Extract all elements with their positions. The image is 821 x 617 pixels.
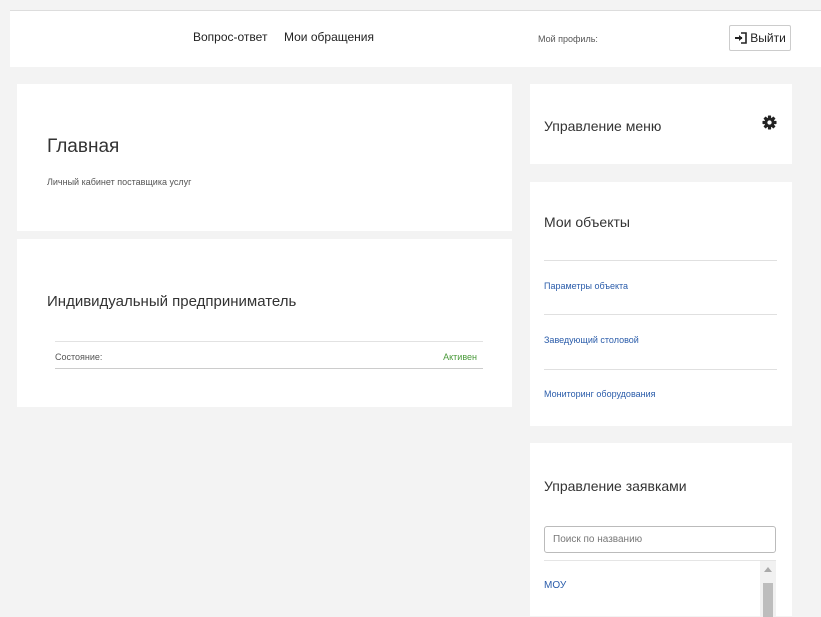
nav-link-faq[interactable]: Вопрос-ответ bbox=[193, 30, 267, 44]
status-row: Состояние: Активен bbox=[55, 341, 483, 369]
scroll-thumb[interactable] bbox=[763, 583, 773, 617]
status-badge: Активен bbox=[443, 352, 477, 362]
profile-label[interactable]: Мой профиль: bbox=[538, 34, 598, 44]
page-subtitle: Личный кабинет поставщика услуг bbox=[47, 177, 192, 187]
requests-list[interactable]: МОУ bbox=[544, 560, 776, 617]
my-objects-title: Мои объекты bbox=[544, 214, 630, 230]
logout-icon bbox=[735, 32, 748, 44]
scrollbar[interactable] bbox=[760, 561, 776, 617]
list-item[interactable]: МОУ bbox=[544, 580, 566, 591]
menu-management-panel: Управление меню bbox=[530, 84, 792, 164]
divider bbox=[544, 260, 777, 261]
menu-management-title: Управление меню bbox=[544, 118, 662, 134]
main-card: Главная Личный кабинет поставщика услуг bbox=[17, 84, 512, 231]
my-objects-panel: Мои объекты Параметры объекта Заведующий… bbox=[530, 182, 792, 426]
entity-card: Индивидуальный предприниматель Состояние… bbox=[17, 239, 512, 407]
divider bbox=[544, 314, 777, 315]
requests-panel: Управление заявками МОУ bbox=[530, 443, 792, 617]
object-link-canteen-manager[interactable]: Заведующий столовой bbox=[544, 335, 639, 345]
divider bbox=[544, 369, 777, 370]
gear-icon[interactable] bbox=[762, 115, 777, 130]
requests-title: Управление заявками bbox=[544, 478, 687, 494]
entity-title: Индивидуальный предприниматель bbox=[47, 293, 297, 310]
search-input[interactable] bbox=[544, 526, 776, 553]
scroll-up-arrow-icon[interactable] bbox=[764, 567, 772, 572]
logout-label: Выйти bbox=[750, 31, 786, 45]
page-title: Главная bbox=[47, 136, 120, 157]
top-bar: Вопрос-ответ Мои обращения Мой профиль: … bbox=[10, 10, 821, 67]
object-link-equipment-monitoring[interactable]: Мониторинг оборудования bbox=[544, 389, 656, 399]
logout-button[interactable]: Выйти bbox=[729, 25, 791, 51]
object-link-parameters[interactable]: Параметры объекта bbox=[544, 281, 628, 291]
status-label: Состояние: bbox=[55, 352, 103, 362]
nav-link-my-requests[interactable]: Мои обращения bbox=[284, 30, 374, 44]
